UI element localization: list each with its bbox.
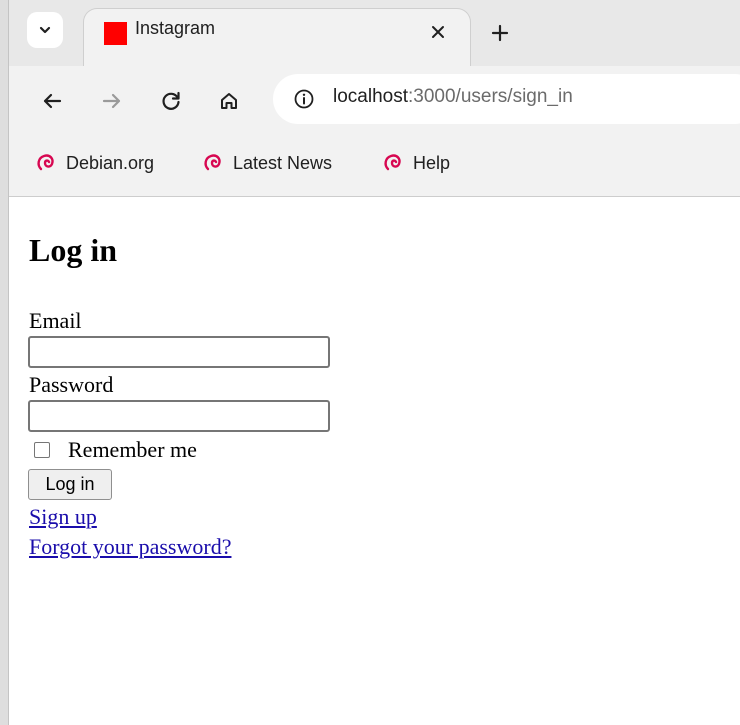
back-button[interactable] bbox=[35, 84, 69, 118]
remember-me-checkbox[interactable] bbox=[34, 442, 50, 458]
home-icon bbox=[221, 93, 237, 109]
reload-button[interactable] bbox=[154, 84, 188, 118]
home-button[interactable] bbox=[212, 84, 246, 118]
password-label: Password bbox=[29, 372, 114, 397]
forward-arrow-icon bbox=[102, 93, 121, 109]
close-tab-button[interactable] bbox=[426, 20, 450, 44]
sign-up-link[interactable]: Sign up bbox=[29, 504, 97, 530]
bookmark-label: Help bbox=[413, 152, 451, 173]
login-button[interactable]: Log in bbox=[28, 469, 112, 500]
tab-list-button[interactable] bbox=[27, 12, 63, 48]
password-field[interactable] bbox=[28, 400, 330, 432]
back-arrow-icon bbox=[43, 93, 62, 109]
tab-title: Instagram bbox=[135, 18, 216, 38]
email-label: Email bbox=[29, 308, 82, 333]
address-bar[interactable]: localhost:3000/users/sign_in bbox=[273, 74, 740, 124]
url-text[interactable]: localhost:3000/users/sign_in bbox=[333, 86, 573, 108]
email-field[interactable] bbox=[28, 336, 330, 368]
new-tab-button[interactable] bbox=[485, 18, 515, 48]
window-edge bbox=[0, 0, 9, 725]
bookmark-help[interactable]: Help bbox=[382, 150, 450, 176]
close-icon bbox=[432, 26, 444, 38]
forgot-password-link[interactable]: Forgot your password? bbox=[29, 534, 231, 560]
bookmark-label: Latest News bbox=[233, 152, 333, 173]
bookmarks-bar: Debian.org Latest News Help bbox=[9, 136, 740, 197]
bookmark-label: Debian.org bbox=[66, 152, 155, 173]
remember-me-label[interactable]: Remember me bbox=[68, 437, 197, 463]
page-title: Log in bbox=[29, 232, 118, 268]
url-host: localhost bbox=[333, 86, 408, 107]
chevron-down-icon bbox=[39, 26, 51, 34]
debian-swirl-icon bbox=[204, 154, 221, 171]
info-icon[interactable] bbox=[293, 88, 315, 110]
navigation-toolbar: localhost:3000/users/sign_in bbox=[9, 66, 740, 136]
favicon bbox=[104, 22, 127, 45]
reload-icon bbox=[162, 91, 180, 110]
debian-swirl-icon bbox=[384, 154, 401, 171]
debian-swirl-icon bbox=[37, 154, 54, 171]
forward-button[interactable] bbox=[95, 84, 129, 118]
tab-instagram[interactable]: Instagram bbox=[83, 8, 471, 71]
url-path: :3000/users/sign_in bbox=[408, 86, 573, 107]
tab-strip: Instagram bbox=[9, 0, 740, 71]
bookmark-latest-news[interactable]: Latest News bbox=[202, 150, 332, 176]
bookmark-debian-org[interactable]: Debian.org bbox=[35, 150, 154, 176]
plus-icon bbox=[491, 24, 509, 42]
